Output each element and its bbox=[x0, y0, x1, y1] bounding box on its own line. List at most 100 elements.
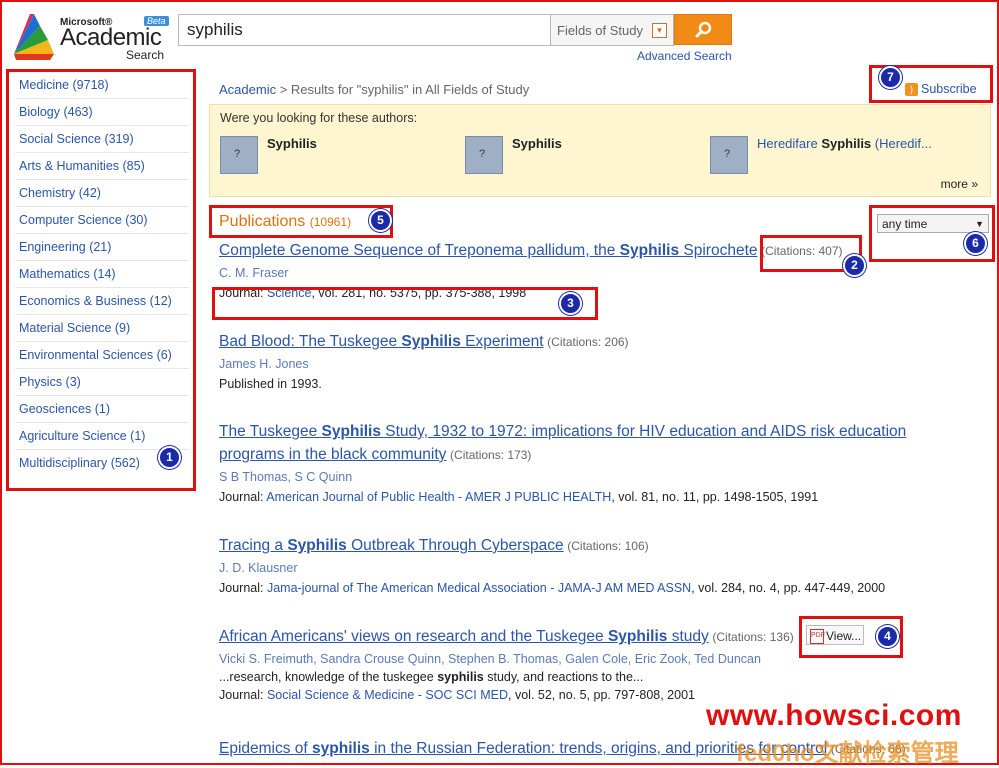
watermark-text: fed0ho文献检索管理 bbox=[736, 740, 959, 767]
sidebar-item-label[interactable]: Arts & Humanities (85) bbox=[19, 159, 145, 173]
citations-link[interactable]: (Citations: 206) bbox=[547, 335, 628, 349]
sidebar-item-material-science[interactable]: Material Science (9) bbox=[15, 315, 189, 342]
citations-link[interactable]: (Citations: 136) bbox=[712, 630, 793, 644]
more-authors-link[interactable]: more » bbox=[941, 177, 978, 191]
result-title[interactable]: Tracing a Syphilis Outbreak Through Cybe… bbox=[219, 537, 564, 554]
result-authors[interactable]: James H. Jones bbox=[219, 357, 939, 371]
sidebar-item-label[interactable]: Multidisciplinary (562) bbox=[19, 456, 140, 470]
sidebar-item-medicine[interactable]: Medicine (9718) bbox=[15, 72, 189, 99]
avatar bbox=[710, 136, 748, 174]
sidebar-item-label[interactable]: Social Science (319) bbox=[19, 132, 134, 146]
fields-of-study-select[interactable]: Fields of Study ▼ bbox=[550, 14, 674, 46]
publications-count: (10961) bbox=[309, 215, 352, 229]
annotation-box-journal bbox=[212, 287, 598, 320]
journal-details: , vol. 284, no. 4, pp. 447-449, 2000 bbox=[691, 581, 886, 595]
rss-icon[interactable]: ) bbox=[905, 83, 918, 96]
sidebar-item-label[interactable]: Geosciences (1) bbox=[19, 402, 110, 416]
more-label: more bbox=[940, 177, 968, 191]
result-title[interactable]: African Americans' views on research and… bbox=[219, 628, 709, 645]
result-item: The Tuskegee Syphilis Study, 1932 to 197… bbox=[219, 420, 939, 504]
view-label: View... bbox=[826, 629, 862, 643]
sidebar-item-environmental-sciences[interactable]: Environmental Sciences (6) bbox=[15, 342, 189, 369]
sidebar-item-social-science[interactable]: Social Science (319) bbox=[15, 126, 189, 153]
breadcrumb-current: Results for "syphilis" in All Fields of … bbox=[290, 82, 530, 97]
annotation-badge-2: 2 bbox=[843, 254, 866, 277]
sidebar-item-label[interactable]: Physics (3) bbox=[19, 375, 81, 389]
time-filter-select[interactable]: any time ▼ bbox=[877, 214, 989, 233]
sidebar-item-label[interactable]: Agriculture Science (1) bbox=[19, 429, 145, 443]
journal-label: Journal: bbox=[219, 581, 264, 595]
result-title[interactable]: Bad Blood: The Tuskegee Syphilis Experim… bbox=[219, 333, 544, 350]
sidebar-item-label[interactable]: Computer Science (30) bbox=[19, 213, 148, 227]
result-journal: Journal: Jama-journal of The American Me… bbox=[219, 581, 939, 595]
annotation-badge-4: 4 bbox=[876, 625, 899, 648]
sidebar-item-label[interactable]: Biology (463) bbox=[19, 105, 93, 119]
search-input[interactable] bbox=[185, 15, 549, 45]
watermark-url: www.howsci.com bbox=[706, 699, 962, 732]
sidebar-item-label[interactable]: Environmental Sciences (6) bbox=[19, 348, 172, 362]
sidebar-item-mathematics[interactable]: Mathematics (14) bbox=[15, 261, 189, 288]
sidebar-item-computer-science[interactable]: Computer Science (30) bbox=[15, 207, 189, 234]
author-suggestion-question: Were you looking for these authors: bbox=[220, 111, 418, 125]
sidebar-item-agriculture-science[interactable]: Agriculture Science (1) bbox=[15, 423, 189, 450]
result-authors[interactable]: J. D. Klausner bbox=[219, 561, 939, 575]
result-journal: Journal: American Journal of Public Heal… bbox=[219, 490, 939, 504]
journal-label: Journal: bbox=[219, 688, 264, 702]
sidebar-item-biology[interactable]: Biology (463) bbox=[15, 99, 189, 126]
author-name-suffix: (Heredif... bbox=[871, 136, 932, 151]
result-published: Published in 1993. bbox=[219, 377, 322, 391]
avatar bbox=[220, 136, 258, 174]
publications-title-text: Publications bbox=[219, 213, 306, 230]
avatar bbox=[465, 136, 503, 174]
sidebar-item-engineering[interactable]: Engineering (21) bbox=[15, 234, 189, 261]
annotation-badge-7: 7 bbox=[879, 66, 902, 89]
result-title[interactable]: Complete Genome Sequence of Treponema pa… bbox=[219, 242, 758, 259]
author-name[interactable]: Syphilis bbox=[821, 136, 871, 151]
search-icon bbox=[695, 21, 712, 38]
sidebar-item-label[interactable]: Material Science (9) bbox=[19, 321, 130, 335]
subscribe-link[interactable]: Subscribe bbox=[921, 82, 977, 96]
author-name[interactable]: Syphilis bbox=[267, 136, 317, 151]
journal-details: , vol. 81, no. 11, pp. 1498-1505, 1991 bbox=[611, 490, 819, 504]
sidebar-item-label[interactable]: Medicine (9718) bbox=[19, 78, 109, 92]
pdf-icon: PDF bbox=[810, 629, 825, 644]
annotation-badge-3: 3 bbox=[559, 292, 582, 315]
citations-link[interactable]: (Citations: 106) bbox=[567, 539, 648, 553]
author-name-prefix: Heredifare bbox=[757, 136, 822, 151]
journal-label: Journal: bbox=[219, 490, 264, 504]
result-authors[interactable]: S B Thomas, S C Quinn bbox=[219, 470, 939, 484]
annotation-badge-6: 6 bbox=[964, 232, 987, 255]
citations-link[interactable]: (Citations: 173) bbox=[450, 448, 531, 462]
sidebar-item-label[interactable]: Economics & Business (12) bbox=[19, 294, 172, 308]
search-box bbox=[178, 14, 551, 46]
journal-link[interactable]: American Journal of Public Health - AMER… bbox=[266, 490, 611, 504]
chevron-down-icon: ▼ bbox=[652, 23, 667, 38]
sidebar-item-economics-business[interactable]: Economics & Business (12) bbox=[15, 288, 189, 315]
result-snippet: ...research, knowledge of the tuskegee s… bbox=[219, 670, 644, 684]
result-title[interactable]: The Tuskegee Syphilis Study, 1932 to 197… bbox=[219, 423, 906, 463]
breadcrumb-separator: > bbox=[279, 82, 288, 97]
advanced-search-link[interactable]: Advanced Search bbox=[637, 49, 732, 63]
view-pdf-button[interactable]: PDF View... bbox=[806, 625, 864, 645]
academic-search-logo[interactable]: Microsoft® Beta Academic Search bbox=[10, 8, 170, 63]
sidebar-item-label[interactable]: Mathematics (14) bbox=[19, 267, 116, 281]
journal-link[interactable]: Social Science & Medicine - SOC SCI MED bbox=[267, 688, 508, 702]
sidebar-item-arts-humanities[interactable]: Arts & Humanities (85) bbox=[15, 153, 189, 180]
breadcrumb: Academic > Results for "syphilis" in All… bbox=[219, 82, 529, 97]
sidebar-item-physics[interactable]: Physics (3) bbox=[15, 369, 189, 396]
breadcrumb-root[interactable]: Academic bbox=[219, 82, 276, 97]
author-name[interactable]: Syphilis bbox=[512, 136, 562, 151]
double-chevron-down-icon: » bbox=[971, 177, 978, 191]
sidebar-item-label[interactable]: Engineering (21) bbox=[19, 240, 111, 254]
logo-swirl-icon bbox=[14, 14, 54, 60]
annotation-badge-5: 5 bbox=[369, 209, 392, 232]
author-suggestions: Were you looking for these authors: Syph… bbox=[209, 104, 991, 197]
sidebar-item-label[interactable]: Chemistry (42) bbox=[19, 186, 101, 200]
time-filter-value: any time bbox=[882, 217, 928, 231]
journal-link[interactable]: Jama-journal of The American Medical Ass… bbox=[267, 581, 691, 595]
search-button[interactable] bbox=[674, 14, 732, 45]
sidebar-item-geosciences[interactable]: Geosciences (1) bbox=[15, 396, 189, 423]
logo-search: Search bbox=[126, 48, 165, 62]
publications-title: Publications (10961) bbox=[219, 213, 351, 231]
sidebar-item-chemistry[interactable]: Chemistry (42) bbox=[15, 180, 189, 207]
